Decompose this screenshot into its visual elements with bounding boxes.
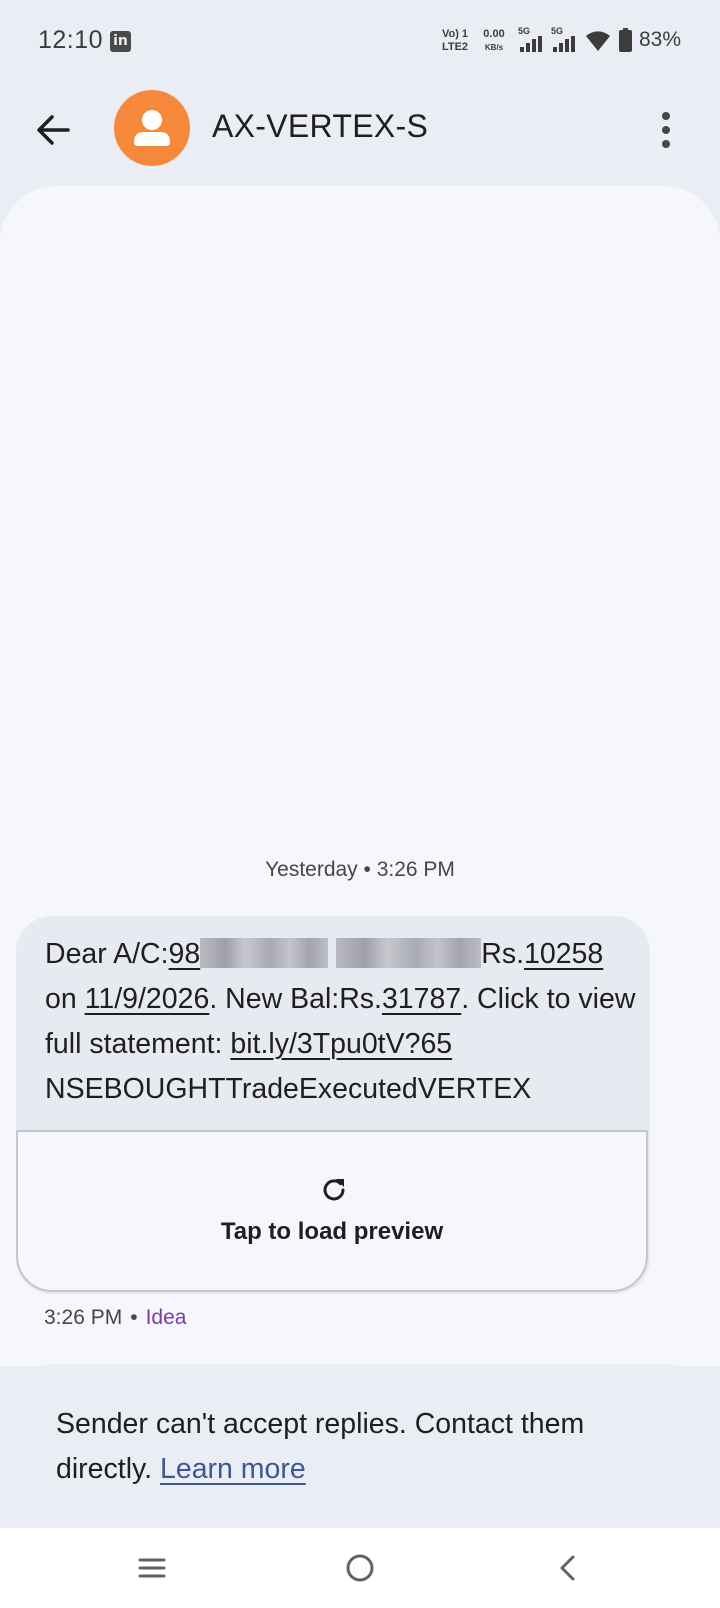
refresh-icon bbox=[323, 1179, 345, 1201]
transaction-date[interactable]: 11/9/2026 bbox=[85, 983, 210, 1015]
wifi-icon bbox=[586, 31, 610, 51]
avatar[interactable] bbox=[114, 90, 190, 166]
date-divider: Yesterday • 3:26 PM bbox=[265, 858, 455, 881]
more-vert-icon[interactable] bbox=[644, 102, 688, 158]
status-time: 12:10 bbox=[38, 26, 104, 54]
battery-icon bbox=[619, 28, 632, 52]
navigation-bar bbox=[0, 1528, 720, 1608]
redacted-account bbox=[200, 938, 329, 969]
message-meta: 3:26 PM • Idea bbox=[44, 1306, 186, 1330]
network-speed: 0.00 KB/s bbox=[478, 28, 510, 54]
amount-label: Rs. bbox=[481, 938, 524, 970]
volte-label: Vo) 1 bbox=[441, 28, 469, 40]
meta-separator: • bbox=[130, 1306, 138, 1329]
message-bubble[interactable]: Dear A/C:98 Rs.10258 on 11/9/2026. New Ba… bbox=[16, 916, 650, 1294]
message-text[interactable]: Dear A/C:98 Rs.10258 on 11/9/2026. New Ba… bbox=[45, 932, 645, 1112]
balance-amount[interactable]: 31787 bbox=[382, 983, 461, 1015]
message-time: 3:26 PM bbox=[44, 1306, 123, 1329]
linkedin-icon: in bbox=[110, 31, 131, 52]
arrow-left-icon[interactable] bbox=[26, 102, 82, 158]
speed-unit: KB/s bbox=[484, 43, 504, 52]
recent-apps-icon[interactable] bbox=[124, 1540, 180, 1596]
load-preview-label: Tap to load preview bbox=[220, 1218, 444, 1245]
sim1-network-type: 5G bbox=[518, 26, 531, 36]
speed-value: 0.00 bbox=[483, 28, 505, 40]
person-icon bbox=[134, 110, 170, 146]
sim2-network-type: 5G bbox=[551, 26, 564, 36]
balance-label: . New Bal:Rs. bbox=[209, 983, 382, 1015]
back-nav-icon[interactable] bbox=[540, 1540, 596, 1596]
reply-banner: Sender can't accept replies. Contact the… bbox=[0, 1364, 720, 1534]
app-header: AX-VERTEX-S bbox=[0, 84, 720, 184]
message-footer: NSEBOUGHTTradeExecutedVERTEX bbox=[45, 1073, 532, 1105]
reply-text: Sender can't accept replies. Contact the… bbox=[56, 1402, 676, 1492]
battery-percent: 83% bbox=[639, 28, 682, 51]
contact-name[interactable]: AX-VERTEX-S bbox=[212, 108, 428, 145]
redacted-text bbox=[336, 938, 482, 969]
statement-link[interactable]: bit.ly/3Tpu0tV?65 bbox=[230, 1028, 452, 1060]
link-preview-card[interactable]: Tap to load preview bbox=[16, 1130, 648, 1292]
on-word: on bbox=[45, 983, 77, 1015]
message-prefix: Dear A/C: bbox=[45, 938, 169, 970]
sim2-signal-icon: 5G bbox=[551, 26, 577, 52]
sim1-signal-icon: 5G bbox=[518, 26, 544, 52]
home-icon[interactable] bbox=[332, 1540, 388, 1596]
status-bar: 12:10 in Vo) 1 LTE2 0.00 KB/s 5G 5G 83% bbox=[0, 0, 720, 84]
learn-more-link[interactable]: Learn more bbox=[160, 1453, 306, 1485]
lte-label: LTE2 bbox=[441, 41, 469, 53]
reply-message: Sender can't accept replies. Contact the… bbox=[56, 1408, 585, 1485]
sim-label: Idea bbox=[145, 1306, 187, 1329]
account-number[interactable]: 98 bbox=[169, 938, 329, 970]
volte-indicator: Vo) 1 LTE2 bbox=[440, 28, 470, 54]
account-visible: 98 bbox=[168, 938, 201, 970]
amount[interactable]: 10258 bbox=[524, 938, 603, 970]
